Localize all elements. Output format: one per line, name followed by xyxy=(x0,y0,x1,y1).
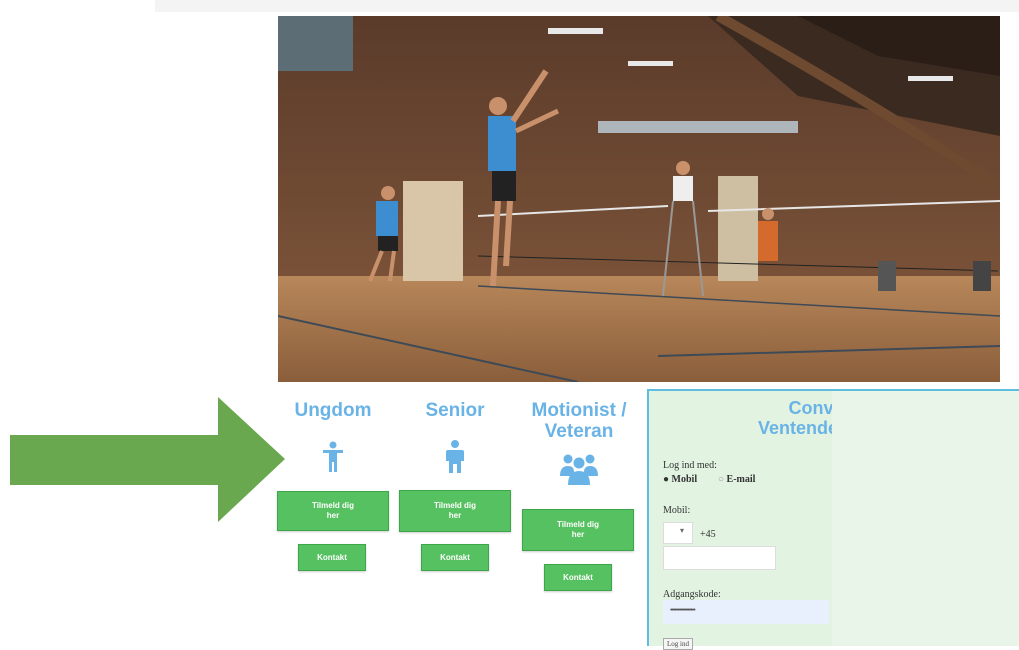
radio-mobile-label: Mobil xyxy=(671,474,698,485)
country-code-select[interactable]: ▾ xyxy=(663,522,693,544)
column-title-motionist-veteran: Motionist / Veteran xyxy=(531,400,627,442)
group-icon xyxy=(560,454,598,485)
signup-button-ungdom[interactable]: Tilmeld dig her xyxy=(277,491,389,531)
contact-button-label: Kontakt xyxy=(563,572,593,582)
person-icon xyxy=(446,440,464,473)
mobile-input[interactable] xyxy=(663,546,776,570)
contact-button-senior[interactable]: Kontakt xyxy=(421,544,489,571)
contact-button-motionist-veteran[interactable]: Kontakt xyxy=(544,564,612,591)
radio-mobile[interactable]: ● Mobil xyxy=(663,474,697,485)
password-mask: ••••••••••••••••• xyxy=(670,607,696,614)
arrow-right-icon xyxy=(10,397,285,522)
column-title-ungdom: Ungdom xyxy=(294,400,372,421)
login-button-label: Log ind xyxy=(667,640,689,648)
radio-unselected-icon: ○ xyxy=(718,474,727,485)
login-button[interactable]: Log ind xyxy=(663,638,693,650)
mobile-label: Mobil: xyxy=(663,505,691,516)
signup-button-motionist-veteran[interactable]: Tilmeld dig her xyxy=(522,509,634,551)
signup-button-label: Tilmeld dig her xyxy=(311,501,355,520)
contact-button-label: Kontakt xyxy=(440,552,470,562)
password-input[interactable]: ••••••••••••••••• xyxy=(663,600,829,624)
column-ungdom: Ungdom xyxy=(278,400,388,473)
contact-button-label: Kontakt xyxy=(317,552,347,562)
hero-image xyxy=(278,16,1000,382)
country-code-value: +45 xyxy=(700,529,716,540)
signup-button-senior[interactable]: Tilmeld dig her xyxy=(399,490,511,532)
contact-button-ungdom[interactable]: Kontakt xyxy=(298,544,366,571)
column-motionist-veteran: Motionist / Veteran xyxy=(520,400,638,486)
column-senior: Senior xyxy=(400,400,510,474)
radio-email-label: E-mail xyxy=(726,474,756,485)
panel-side-area xyxy=(832,391,1019,646)
radio-email[interactable]: ○ E-mail xyxy=(718,474,755,485)
child-icon xyxy=(323,441,343,472)
login-method-label: Log ind med: xyxy=(663,460,717,471)
radio-selected-icon: ● xyxy=(663,474,672,485)
top-bar xyxy=(155,0,1019,12)
password-label: Adgangskode: xyxy=(663,589,721,600)
chevron-down-icon: ▾ xyxy=(680,526,685,535)
column-title-senior: Senior xyxy=(425,400,485,421)
signup-button-label: Tilmeld dig her xyxy=(556,520,600,539)
signup-button-label: Tilmeld dig her xyxy=(433,501,477,520)
